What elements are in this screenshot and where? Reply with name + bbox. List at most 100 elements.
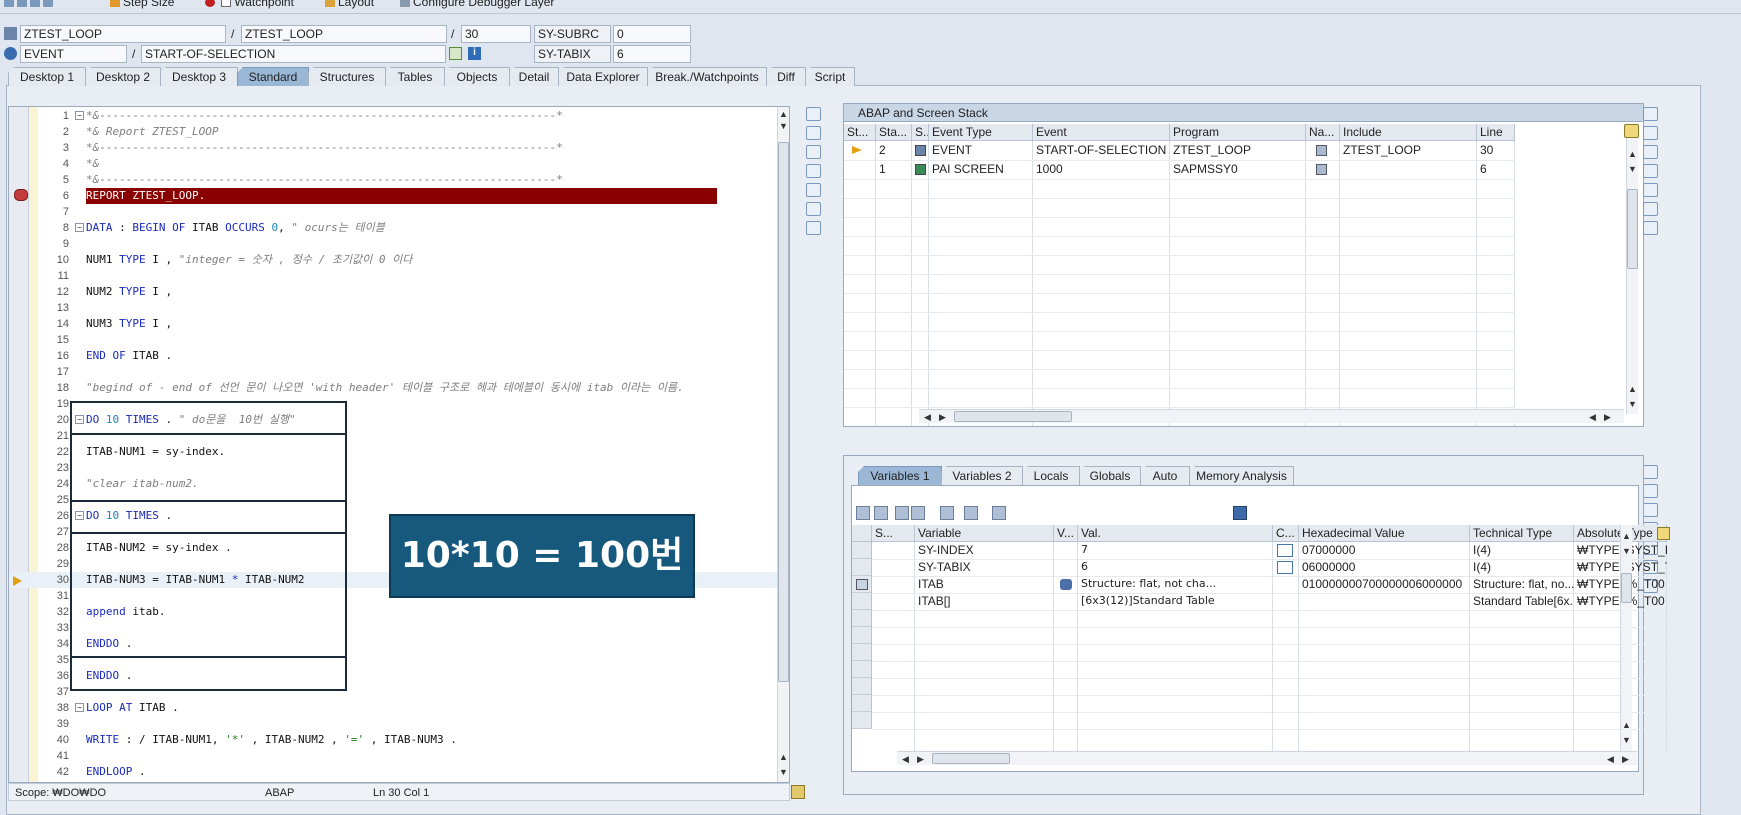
stack-program[interactable]: ZTEST_LOOP <box>1170 141 1306 160</box>
stack-column-header[interactable]: Event Type <box>929 124 1033 141</box>
stack-include[interactable]: ZTEST_LOOP <box>1340 141 1477 160</box>
var-tab-globals[interactable]: Globals <box>1079 466 1141 485</box>
layout-button[interactable]: Layout <box>325 0 374 9</box>
stack-grid[interactable]: St...Sta...S...Event TypeEventProgramNa.… <box>844 124 1604 426</box>
variable-column-header[interactable]: Technical Type <box>1470 525 1574 542</box>
tab-script[interactable]: Script <box>805 67 855 86</box>
scroll-down-arrow-icon[interactable]: ▼ <box>1628 399 1637 409</box>
scroll-down-arrow-icon[interactable]: ▼ <box>779 767 788 777</box>
stack-level[interactable]: 1 <box>876 160 912 179</box>
row-selector[interactable] <box>852 644 872 661</box>
var-tab-variables-2[interactable]: Variables 2 <box>941 466 1023 485</box>
new-window-icon[interactable] <box>806 126 821 140</box>
variable-name[interactable]: ITAB <box>915 576 1054 593</box>
step-over-icon[interactable] <box>17 0 27 8</box>
subrc-value[interactable]: 0 <box>613 25 691 43</box>
row-selector[interactable] <box>852 593 872 610</box>
scroll-down-arrow-icon[interactable]: ▲ <box>779 752 788 762</box>
scroll-up-arrow-icon[interactable]: ▼ <box>779 121 788 131</box>
info-icon[interactable]: i <box>468 47 481 60</box>
stack-event-type[interactable]: PAI SCREEN <box>929 160 1033 179</box>
scroll-right-arrow-icon[interactable]: ▶ <box>1622 754 1629 764</box>
include-field[interactable]: ZTEST_LOOP <box>241 25 447 43</box>
scroll-left-arrow-icon[interactable]: ◀ <box>1589 412 1596 422</box>
variable-hex[interactable] <box>1299 593 1470 610</box>
stack-scroll-thumb[interactable] <box>1627 189 1638 269</box>
variable-column-header[interactable]: C... <box>1273 525 1299 542</box>
zoom-icon[interactable] <box>1643 503 1658 517</box>
variable-val[interactable]: 7 <box>1078 542 1273 559</box>
row-selector[interactable] <box>852 678 872 695</box>
export-icon[interactable] <box>992 506 1006 520</box>
tab-diff[interactable]: Diff <box>766 67 806 86</box>
editor-vertical-scrollbar[interactable]: ▲ ▼ ▲ ▼ <box>777 107 789 782</box>
new-window-icon[interactable] <box>1643 126 1658 140</box>
new-window-icon[interactable] <box>1643 484 1658 498</box>
scroll-up-arrow-icon[interactable]: ▲ <box>1628 149 1637 159</box>
grid-settings-icon[interactable] <box>1657 527 1670 540</box>
stack-column-header[interactable]: St... <box>844 124 876 141</box>
variable-column-header[interactable]: Variable <box>915 525 1054 542</box>
row-selector-header[interactable] <box>852 525 872 542</box>
stack-column-header[interactable]: Sta... <box>876 124 912 141</box>
watchpoint-button[interactable]: Watchpoint <box>205 0 294 9</box>
stack-event[interactable]: 1000 <box>1033 160 1170 179</box>
scroll-right-arrow-icon[interactable]: ▶ <box>917 754 924 764</box>
row-selector[interactable] <box>852 559 872 576</box>
tabix-value[interactable]: 6 <box>613 45 691 63</box>
variable-hex[interactable]: 06000000 <box>1299 559 1470 576</box>
variable-val[interactable]: 6 <box>1078 559 1273 576</box>
stack-column-header[interactable]: Program <box>1170 124 1306 141</box>
tab-detail[interactable]: Detail <box>509 67 559 86</box>
scroll-down-arrow-icon[interactable]: ▼ <box>1628 164 1637 174</box>
step-into-icon[interactable] <box>4 0 14 8</box>
fold-toggle-icon[interactable]: − <box>75 111 84 120</box>
variables-grid[interactable]: S... Variable V... Val. C... Hexadecimal Valu… <box>852 525 1670 752</box>
close-icon[interactable] <box>1643 465 1658 479</box>
fold-toggle-icon[interactable]: − <box>75 703 84 712</box>
variables-hscroll-thumb[interactable] <box>932 753 1010 764</box>
continue-icon[interactable] <box>43 0 53 8</box>
variable-tech[interactable]: I(4) <box>1470 542 1574 559</box>
variable-name[interactable]: SY-TABIX <box>915 559 1054 576</box>
edit-value-pencil-icon[interactable] <box>1277 544 1293 557</box>
variable-name[interactable]: SY-INDEX <box>915 542 1054 559</box>
step-size-button[interactable]: Step Size <box>110 0 174 9</box>
row-selector[interactable] <box>852 695 872 712</box>
settings-icon[interactable] <box>1643 221 1658 235</box>
stack-event[interactable]: START-OF-SELECTION <box>1033 141 1170 160</box>
zoom-icon[interactable] <box>1643 145 1658 159</box>
scroll-up-arrow-icon[interactable]: ▲ <box>1628 384 1637 394</box>
var-tab-auto[interactable]: Auto <box>1140 466 1190 485</box>
stack-hscroll-thumb[interactable] <box>954 411 1072 422</box>
stack-column-header[interactable]: Event <box>1033 124 1170 141</box>
paste-icon[interactable] <box>895 506 909 520</box>
stack-line[interactable]: 6 <box>1477 160 1515 179</box>
variables-vertical-scrollbar[interactable]: ▲ ▼ ▲ ▼ <box>1620 525 1632 751</box>
refresh-icon[interactable] <box>806 202 821 216</box>
refresh-icon[interactable] <box>1643 202 1658 216</box>
variable-tech[interactable]: Standard Table[6x... <box>1470 593 1574 610</box>
variable-tech[interactable]: Structure: flat, no... <box>1470 576 1574 593</box>
variable-column-header[interactable]: Val. <box>1078 525 1273 542</box>
edit-value-pencil-icon[interactable] <box>1277 561 1293 574</box>
split-icon[interactable] <box>806 183 821 197</box>
watchpoint-checkbox[interactable] <box>221 0 232 8</box>
close-icon[interactable] <box>1643 107 1658 121</box>
delete-icon[interactable] <box>856 506 870 520</box>
variable-name[interactable]: ITAB[] <box>915 593 1054 610</box>
toolbar-icons-steps[interactable] <box>4 0 56 9</box>
scroll-left-arrow-icon[interactable]: ◀ <box>924 412 931 422</box>
navigate-icon[interactable] <box>449 47 462 60</box>
program-field[interactable]: ZTEST_LOOP <box>20 25 226 43</box>
stack-line[interactable]: 30 <box>1477 141 1515 160</box>
stack-column-header[interactable]: Line <box>1477 124 1515 141</box>
tab-desktop-1[interactable]: Desktop 1 <box>8 67 86 86</box>
sort-icon[interactable] <box>940 506 954 520</box>
expand-icon[interactable] <box>791 785 805 799</box>
scroll-left-arrow-icon[interactable]: ◀ <box>1607 754 1614 764</box>
tab-desktop-2[interactable]: Desktop 2 <box>85 67 161 86</box>
variables-scroll-thumb[interactable] <box>1621 573 1632 603</box>
variable-column-header[interactable]: Hexadecimal Value <box>1299 525 1470 542</box>
variable-hex[interactable]: 07000000 <box>1299 542 1470 559</box>
